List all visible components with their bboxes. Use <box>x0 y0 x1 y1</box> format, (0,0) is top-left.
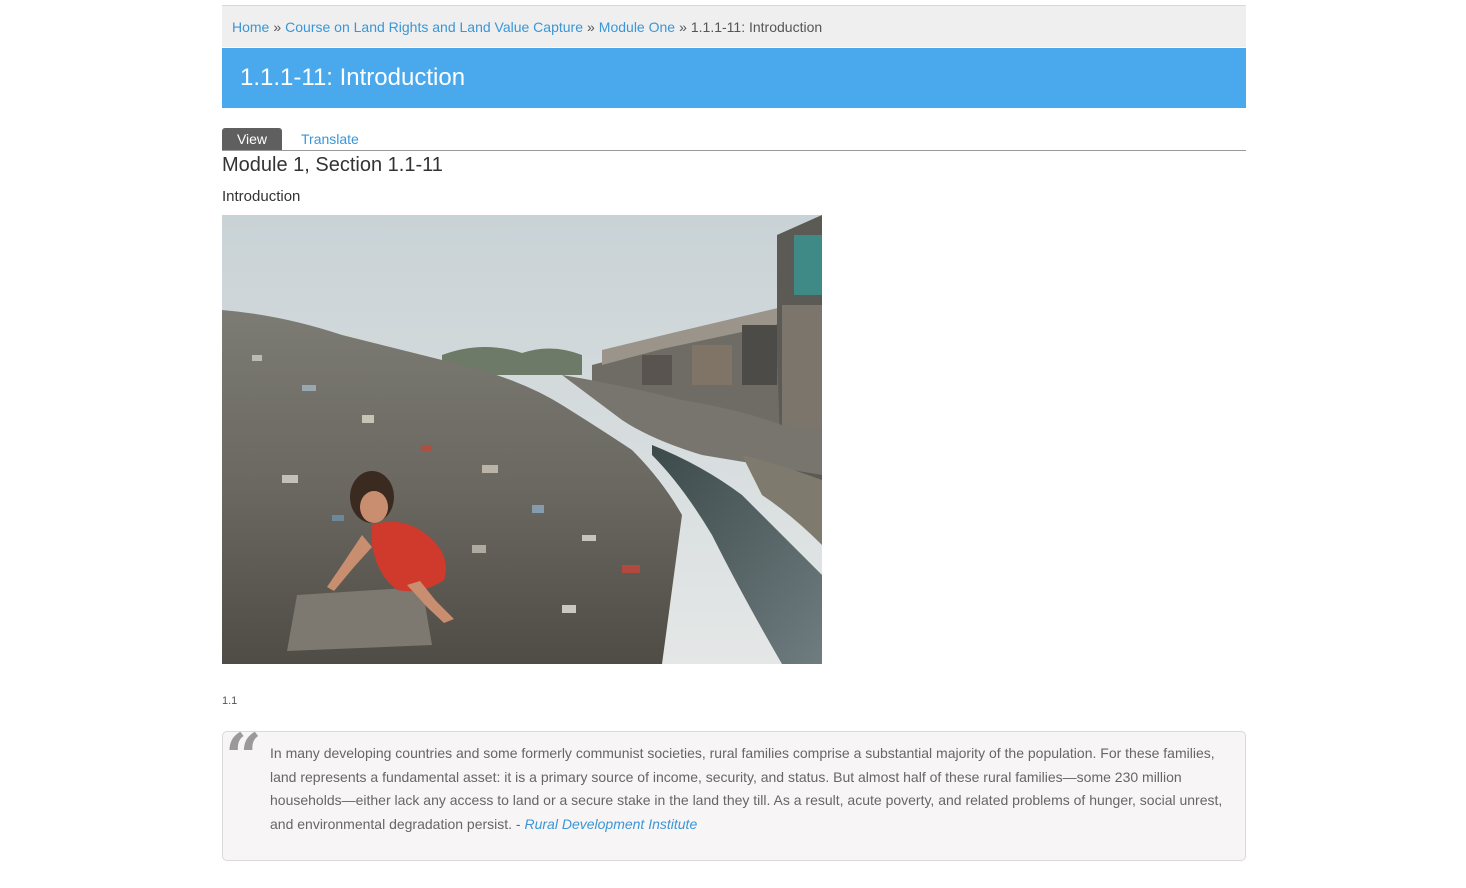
breadcrumb-module-link[interactable]: Module One <box>599 19 675 35</box>
content-tabs: View Translate <box>222 128 1246 151</box>
image-caption-number: 1.1 <box>222 695 238 707</box>
photo-illustration <box>222 215 822 664</box>
section-heading: Module 1, Section 1.1-11 <box>222 154 443 176</box>
quote-block: “ In many developing countries and some … <box>222 726 1246 861</box>
quote-mark-icon: “ <box>225 720 262 795</box>
breadcrumb-home-link[interactable]: Home <box>232 19 269 35</box>
page-title: 1.1.1-11: Introduction <box>240 64 466 91</box>
breadcrumb: Home » Course on Land Rights and Land Va… <box>222 5 1246 47</box>
breadcrumb-separator: » <box>273 18 282 35</box>
page: Home » Course on Land Rights and Land Va… <box>0 0 1466 888</box>
tab-translate[interactable]: Translate <box>287 128 373 150</box>
page-title-bar: 1.1.1-11: Introduction <box>222 48 1246 108</box>
tab-view[interactable]: View <box>222 128 282 150</box>
article-photo <box>222 215 822 664</box>
breadcrumb-separator: » <box>587 18 595 35</box>
breadcrumb-separator: » <box>679 18 687 35</box>
quote-body: In many developing countries and some fo… <box>270 745 1223 832</box>
breadcrumb-current: 1.1.1-11: Introduction <box>690 18 823 35</box>
quote-source-link[interactable]: Rural Development Institute <box>524 816 697 832</box>
section-subheading: Introduction <box>222 188 301 205</box>
breadcrumb-course-link[interactable]: Course on Land Rights and Land Value Cap… <box>285 19 583 35</box>
quote-text: In many developing countries and some fo… <box>270 742 1230 836</box>
